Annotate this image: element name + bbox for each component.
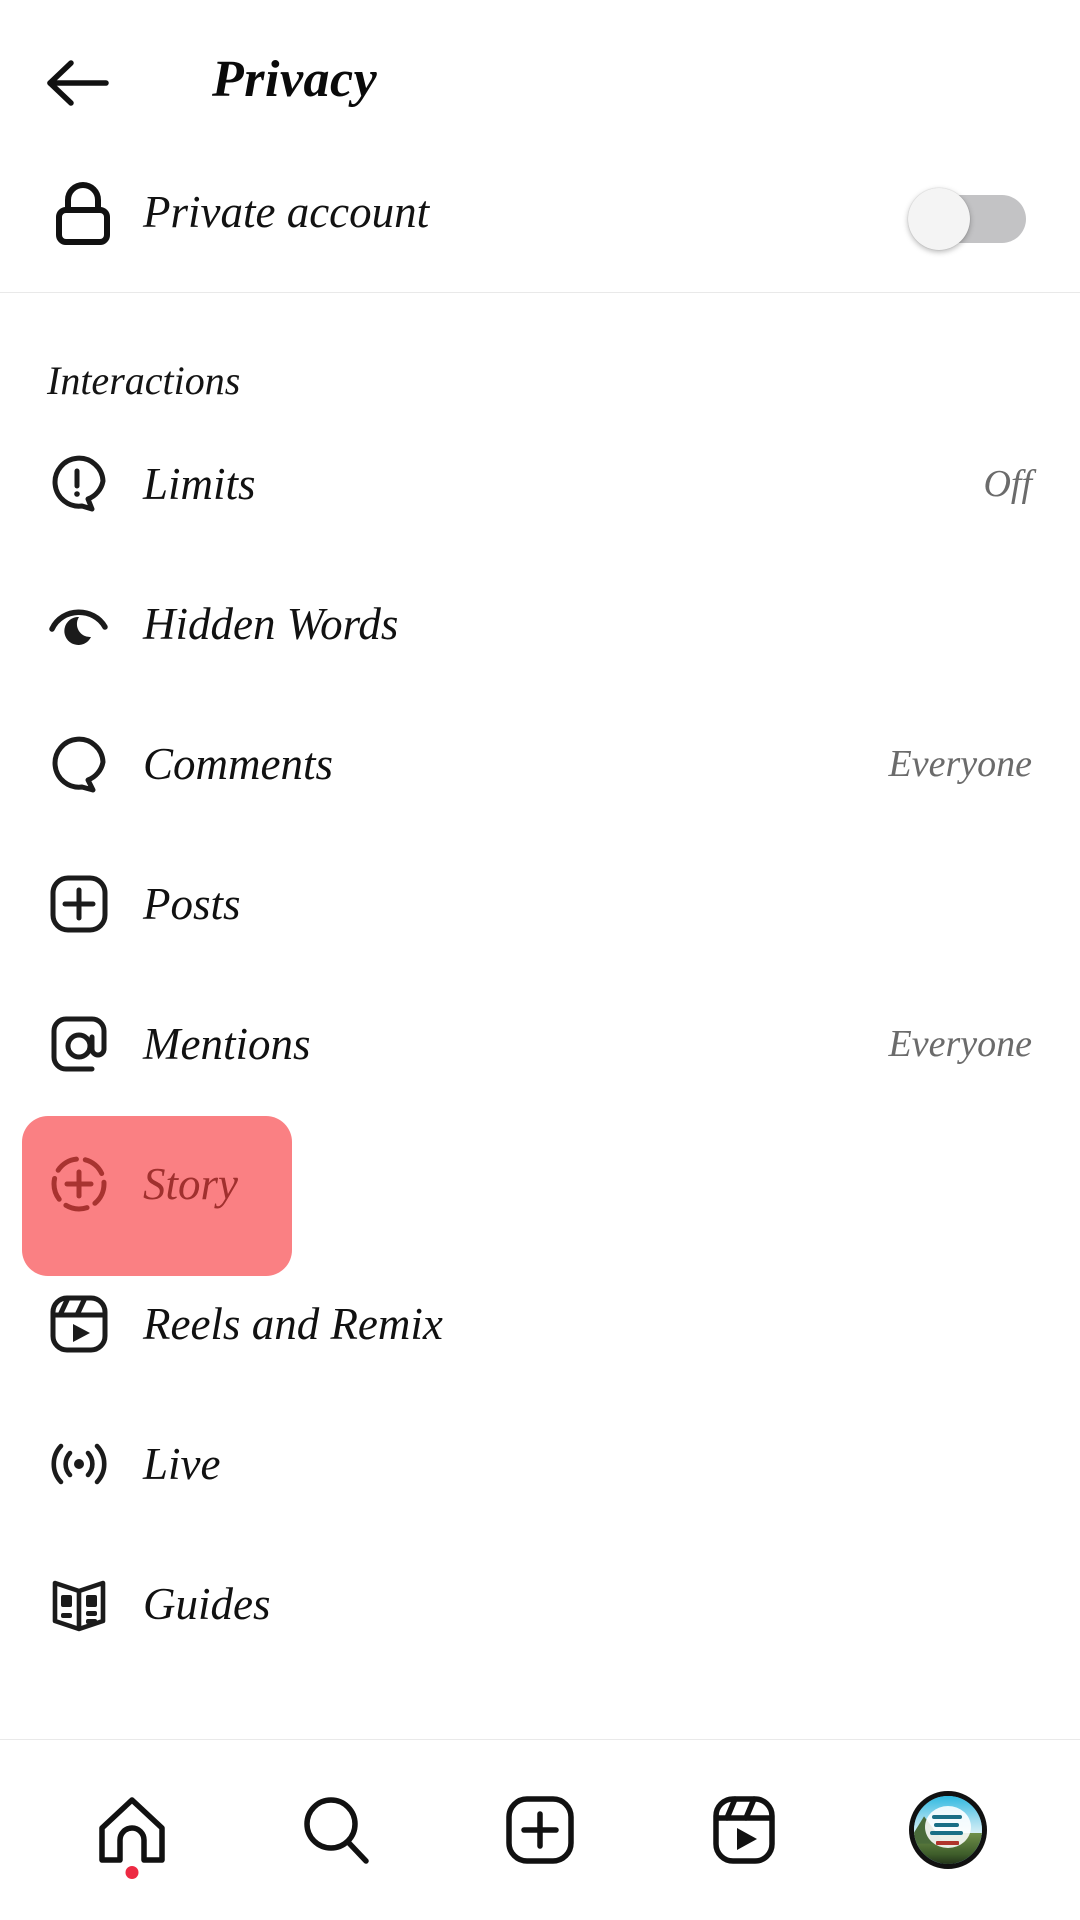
bottom-navigation-bar (0, 1740, 1080, 1920)
live-icon (48, 1433, 110, 1495)
header: Privacy (0, 0, 1080, 140)
private-account-toggle[interactable] (908, 188, 1026, 250)
mentions-icon (48, 1013, 110, 1075)
list-item-label: Reels and Remix (143, 1299, 443, 1349)
back-button[interactable] (46, 58, 110, 108)
settings-list: Limits Off Hidden Words Comments Everyon (0, 414, 1080, 1739)
reels-icon (48, 1293, 110, 1355)
nav-home[interactable] (77, 1775, 187, 1885)
list-item-label: Limits (143, 459, 256, 509)
create-icon (506, 1796, 574, 1864)
list-item-value: Everyone (888, 743, 1032, 785)
home-notification-dot (125, 1866, 139, 1879)
eye-icon (48, 593, 110, 655)
list-item-value: Off (983, 463, 1032, 505)
list-item-guides[interactable]: Guides (0, 1534, 1080, 1674)
private-account-row[interactable]: Private account (0, 140, 1080, 292)
list-item-label: Live (143, 1439, 221, 1489)
page-title: Privacy (212, 51, 378, 108)
story-icon (48, 1153, 110, 1215)
home-icon (99, 1797, 165, 1863)
nav-search[interactable] (281, 1775, 391, 1885)
list-item-comments[interactable]: Comments Everyone (0, 694, 1080, 834)
privacy-settings-screen: Privacy Private account Interactions Lim… (0, 0, 1080, 1920)
list-item-limits[interactable]: Limits Off (0, 414, 1080, 554)
list-item-hidden-words[interactable]: Hidden Words (0, 554, 1080, 694)
list-item-mentions[interactable]: Mentions Everyone (0, 974, 1080, 1114)
list-item-label: Comments (143, 739, 333, 789)
list-item-label: Hidden Words (143, 599, 399, 649)
section-title-interactions: Interactions (47, 358, 241, 403)
comment-icon (48, 733, 110, 795)
list-item-value: Everyone (888, 1023, 1032, 1065)
avatar (909, 1791, 987, 1869)
list-item-live[interactable]: Live (0, 1394, 1080, 1534)
arrow-left-icon (47, 60, 109, 106)
list-item-story[interactable]: Story (0, 1114, 1080, 1276)
nav-profile[interactable] (893, 1775, 1003, 1885)
search-icon (304, 1797, 369, 1864)
list-item-reels-and-remix[interactable]: Reels and Remix (0, 1254, 1080, 1394)
guides-icon (48, 1573, 110, 1635)
limits-icon (48, 453, 110, 515)
list-item-label: Mentions (143, 1019, 311, 1069)
nav-reels[interactable] (689, 1775, 799, 1885)
reels-nav-icon (713, 1796, 775, 1864)
posts-icon (48, 873, 110, 935)
list-item-label: Guides (143, 1579, 271, 1629)
list-item-label: Posts (143, 879, 241, 929)
private-account-label: Private account (143, 187, 430, 237)
list-item-posts[interactable]: Posts (0, 834, 1080, 974)
list-item-label: Story (143, 1159, 238, 1209)
nav-create[interactable] (485, 1775, 595, 1885)
lock-icon (52, 180, 114, 251)
toggle-knob (908, 188, 970, 250)
